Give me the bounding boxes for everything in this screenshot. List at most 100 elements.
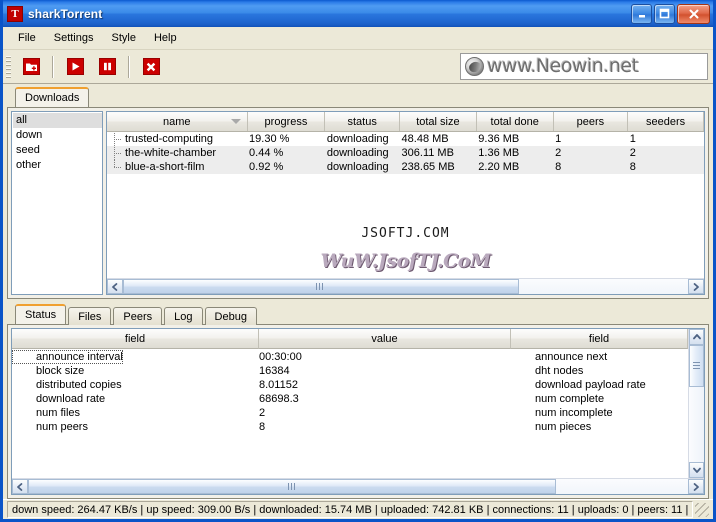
pause-icon bbox=[98, 58, 116, 75]
cell-progress: 0.92 % bbox=[247, 160, 325, 174]
status-row[interactable]: announce interval bbox=[12, 350, 259, 364]
downloads-pane: all down seed other name progress status… bbox=[7, 107, 709, 299]
status-row[interactable]: num incomplete bbox=[511, 406, 688, 420]
scroll-right-icon[interactable] bbox=[688, 279, 704, 294]
scroll-left-icon[interactable] bbox=[12, 479, 28, 494]
toolbar-grip[interactable] bbox=[6, 55, 11, 78]
status-row-value: 8 bbox=[259, 420, 511, 434]
filter-item-other[interactable]: other bbox=[13, 158, 102, 173]
scroll-right-icon[interactable] bbox=[688, 479, 704, 494]
status-row[interactable]: num files bbox=[12, 406, 259, 420]
tab-status[interactable]: Status bbox=[15, 304, 67, 324]
hscroll-thumb[interactable] bbox=[28, 479, 556, 494]
hscroll-track[interactable] bbox=[123, 279, 688, 294]
status-field-label: num pieces bbox=[535, 421, 592, 433]
filter-list[interactable]: all down seed other bbox=[11, 111, 103, 295]
table-row[interactable]: the-white-chamber 0.44 % downloading 306… bbox=[107, 146, 704, 160]
column-header-progress[interactable]: progress bbox=[247, 112, 326, 132]
cell-status: downloading bbox=[324, 160, 400, 174]
status-row[interactable]: download payload rate bbox=[511, 378, 688, 392]
table-row[interactable]: trusted-computing 19.30 % downloading 48… bbox=[107, 131, 704, 146]
filter-item-down[interactable]: down bbox=[13, 128, 102, 143]
status-table-hscrollbar[interactable] bbox=[12, 478, 704, 494]
status-row[interactable]: num pieces bbox=[511, 420, 688, 434]
status-bar: down speed: 264.47 KB/s | up speed: 309.… bbox=[3, 499, 713, 519]
column-header-seeders[interactable]: seeders bbox=[627, 112, 704, 132]
column-header-total-done[interactable]: total done bbox=[476, 112, 554, 132]
status-field-label: block size bbox=[36, 365, 85, 377]
status-row[interactable]: download rate bbox=[12, 392, 259, 406]
minimize-button[interactable] bbox=[631, 3, 652, 24]
torrent-table: name progress status total size total do… bbox=[107, 112, 704, 174]
vscroll-thumb[interactable] bbox=[689, 345, 704, 387]
column-header-name[interactable]: name bbox=[107, 112, 248, 132]
neowin-banner[interactable]: www.Neowin.net bbox=[460, 53, 708, 80]
column-header-total-size[interactable]: total size bbox=[399, 112, 477, 132]
menu-item-file[interactable]: File bbox=[9, 29, 45, 47]
status-row[interactable]: distributed copies bbox=[12, 378, 259, 392]
menu-item-settings[interactable]: Settings bbox=[45, 29, 103, 47]
menu-bar: File Settings Style Help bbox=[3, 27, 713, 50]
filter-item-seed[interactable]: seed bbox=[13, 143, 102, 158]
status-field-label: announce next bbox=[535, 351, 608, 363]
status-row-value: 16384 bbox=[259, 364, 511, 378]
tab-files[interactable]: Files bbox=[68, 307, 112, 325]
application-window: T sharkTorrent File Settings Style Help bbox=[0, 0, 716, 522]
cell-progress: 0.44 % bbox=[247, 146, 325, 160]
status-table-container: field announce interval block size distr… bbox=[11, 328, 705, 495]
status-row[interactable]: dht nodes bbox=[511, 364, 688, 378]
status-field-label: download rate bbox=[36, 393, 106, 405]
status-table-vscrollbar[interactable] bbox=[688, 329, 704, 478]
status-value-label: 8.01152 bbox=[259, 379, 298, 391]
cell-progress: 19.30 % bbox=[249, 133, 290, 145]
maximize-button[interactable] bbox=[654, 3, 675, 24]
close-button[interactable] bbox=[677, 3, 710, 24]
tab-peers[interactable]: Peers bbox=[113, 307, 163, 325]
resize-grip-icon[interactable] bbox=[695, 502, 709, 517]
tree-branch-icon bbox=[111, 160, 122, 174]
status-row[interactable]: block size bbox=[12, 364, 259, 378]
status-row[interactable]: announce next bbox=[511, 350, 688, 364]
status-row[interactable]: num peers bbox=[12, 420, 259, 434]
start-button[interactable] bbox=[62, 55, 88, 79]
details-section: Status Files Peers Log Debug field annou… bbox=[7, 304, 709, 499]
tab-debug[interactable]: Debug bbox=[204, 307, 257, 325]
tab-peers-label: Peers bbox=[123, 310, 153, 323]
filter-item-all[interactable]: all bbox=[13, 113, 102, 128]
remove-button[interactable] bbox=[138, 55, 164, 79]
tab-downloads[interactable]: Downloads bbox=[15, 87, 90, 107]
status-table-body: field announce interval block size distr… bbox=[12, 329, 704, 478]
menu-item-style[interactable]: Style bbox=[102, 29, 144, 47]
tab-debug-label: Debug bbox=[214, 310, 247, 323]
scroll-left-icon[interactable] bbox=[107, 279, 123, 294]
folder-add-icon bbox=[22, 58, 40, 75]
column-header-peers[interactable]: peers bbox=[553, 112, 629, 132]
tab-log[interactable]: Log bbox=[164, 307, 203, 325]
add-torrent-button[interactable] bbox=[18, 55, 44, 79]
watermark-area: JSOFTJ.COM WuW.JsofTJ.CoM bbox=[107, 174, 704, 278]
scroll-up-icon[interactable] bbox=[689, 329, 704, 345]
scroll-down-icon[interactable] bbox=[689, 462, 704, 478]
window-title: sharkTorrent bbox=[28, 6, 103, 21]
status-header-value[interactable]: value bbox=[259, 329, 511, 349]
status-header-field[interactable]: field bbox=[12, 329, 259, 349]
status-field-label: download payload rate bbox=[535, 379, 646, 391]
thumb-grip-icon bbox=[693, 361, 700, 371]
vscroll-track[interactable] bbox=[689, 345, 704, 462]
column-header-status[interactable]: status bbox=[324, 112, 401, 132]
cell-total-done: 9.36 MB bbox=[478, 133, 520, 145]
status-columns: field announce interval block size distr… bbox=[12, 329, 688, 478]
client-area: Downloads all down seed other name progr… bbox=[3, 84, 713, 499]
tree-branch-icon bbox=[111, 146, 122, 160]
torrent-table-header: name progress status total size total do… bbox=[107, 112, 704, 132]
status-field-rows: announce interval block size distributed… bbox=[12, 349, 259, 478]
menu-item-help[interactable]: Help bbox=[145, 29, 186, 47]
hscroll-track[interactable] bbox=[28, 479, 688, 494]
pause-button[interactable] bbox=[94, 55, 120, 79]
tab-log-label: Log bbox=[174, 310, 193, 323]
status-row[interactable]: num complete bbox=[511, 392, 688, 406]
status-header-field-2[interactable]: field bbox=[511, 329, 688, 349]
hscroll-thumb[interactable] bbox=[123, 279, 519, 294]
torrent-table-hscrollbar[interactable] bbox=[107, 278, 704, 294]
table-row[interactable]: blue-a-short-film 0.92 % downloading 238… bbox=[107, 160, 704, 174]
